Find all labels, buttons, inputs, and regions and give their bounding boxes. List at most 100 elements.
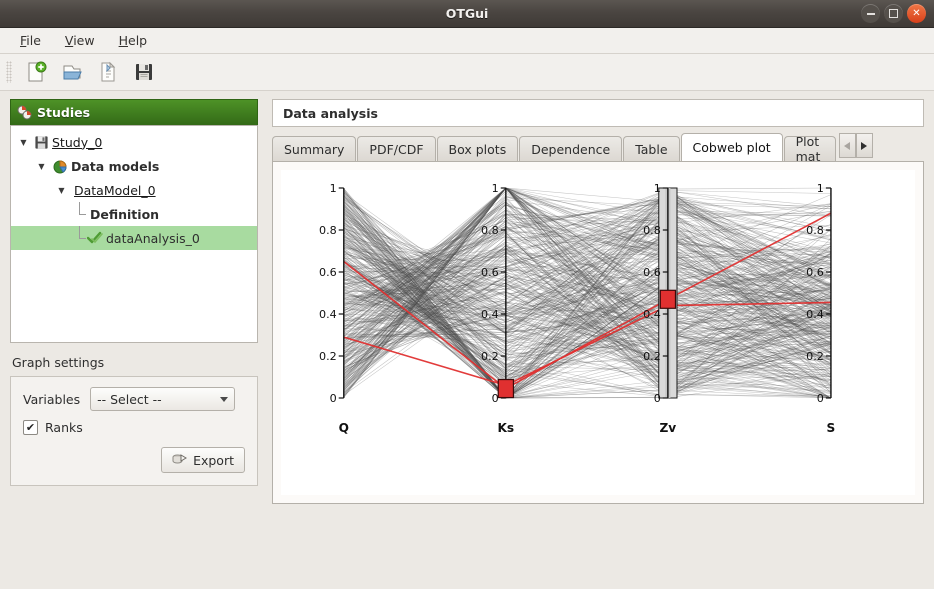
tab-box-plots[interactable]: Box plots	[436, 136, 519, 161]
tree-label-data-models: Data models	[71, 158, 160, 174]
tree-branch-line	[73, 202, 87, 226]
right-panel: Data analysis Summary PDF/CDF Box plots …	[268, 91, 934, 554]
expand-arrow-icon[interactable]: ▼	[55, 186, 68, 195]
new-study-button[interactable]	[21, 58, 51, 86]
variables-label: Variables	[23, 391, 81, 407]
tab-dependence[interactable]: Dependence	[519, 136, 623, 161]
export-button[interactable]: Export	[161, 447, 245, 473]
tab-pdf-cdf[interactable]: PDF/CDF	[357, 136, 436, 161]
axis-tick-label: 0	[330, 392, 337, 405]
save-study-button[interactable]	[129, 58, 159, 86]
tree-label-definition: Definition	[90, 206, 160, 222]
axis-tick-label: 0.2	[481, 350, 499, 363]
axis-slider-handle-zv[interactable]	[659, 289, 677, 309]
tree-item-data-models[interactable]: ▼ Data models	[11, 154, 257, 178]
window-controls: ✕	[861, 4, 926, 23]
cobweb-plot[interactable]: 0 0.2 0.4 0.6 0.8 1 Q 0 0.2 0.4 0.6 0.8 1 Ks 0 0.2 0.4 0.…	[281, 170, 915, 495]
tab-summary[interactable]: Summary	[272, 136, 357, 161]
variables-select-value: -- Select --	[97, 391, 162, 407]
tab-cobweb-plot[interactable]: Cobweb plot	[680, 133, 783, 161]
menu-bar: File View Help	[0, 28, 934, 54]
tab-label: Dependence	[531, 141, 611, 157]
maximize-button[interactable]	[884, 4, 903, 23]
axis-tick-label: 0	[817, 392, 824, 405]
import-script-icon	[101, 61, 116, 82]
tree-item-datamodel[interactable]: ▼ DataModel_0	[11, 178, 257, 202]
axis-tick-label: 0.2	[643, 350, 661, 363]
minimize-button[interactable]	[861, 4, 880, 23]
floppy-icon	[35, 135, 48, 149]
axis-tick-label: 0.8	[481, 224, 499, 237]
tree-item-study[interactable]: ▼ Study_0	[11, 130, 257, 154]
axis-variable-label: S	[827, 421, 836, 435]
tree-branch-line	[73, 226, 87, 250]
toolbar-grip[interactable]	[6, 61, 12, 83]
tree-item-definition[interactable]: Definition	[11, 202, 257, 226]
menu-view[interactable]: View	[55, 30, 105, 51]
axis-variable-label: Zv	[660, 421, 677, 435]
chevron-down-icon	[220, 396, 229, 402]
import-script-button[interactable]	[93, 58, 123, 86]
expand-arrow-icon[interactable]: ▼	[35, 162, 48, 171]
expand-arrow-icon[interactable]: ▼	[17, 138, 30, 147]
tab-label: Table	[635, 141, 668, 157]
tab-label: Cobweb plot	[692, 140, 771, 155]
variables-select[interactable]: -- Select --	[90, 387, 236, 411]
studies-header-label: Studies	[37, 105, 91, 120]
tab-scroll-controls	[838, 133, 873, 158]
studies-tree[interactable]: ▼ Study_0 ▼ Data models ▼ DataModel_0 De…	[10, 125, 258, 343]
ranks-row[interactable]: ✔ Ranks	[23, 420, 245, 435]
axis-tick-label: 0.4	[643, 308, 661, 321]
axis-tick-label: 0.4	[481, 308, 499, 321]
axis-variable-label: Ks	[498, 421, 515, 435]
export-row: Export	[23, 447, 245, 473]
axis-tick-label: 0.6	[806, 266, 824, 279]
axis-tick-label: 0.8	[643, 224, 661, 237]
axis-tick-label: 0.8	[319, 224, 337, 237]
ranks-checkbox[interactable]: ✔	[23, 420, 38, 435]
menu-file[interactable]: File	[10, 30, 51, 51]
tree-item-dataanalysis[interactable]: dataAnalysis_0	[11, 226, 257, 250]
cobweb-plot-panel: 0 0.2 0.4 0.6 0.8 1 Q 0 0.2 0.4 0.6 0.8 1 Ks 0 0.2 0.4 0.…	[272, 161, 924, 504]
tab-label: PDF/CDF	[369, 141, 424, 157]
tab-scroll-left-button[interactable]	[838, 133, 856, 158]
window-title: OTGui	[445, 6, 489, 21]
checkmark-icon: ✔	[25, 421, 36, 434]
axis-tick-label: 0	[654, 392, 661, 405]
cobweb-axis-q[interactable]: 0 0.2 0.4 0.6 0.8 1 Q	[319, 182, 349, 435]
axis-tick-label: 0.6	[481, 266, 499, 279]
graph-settings-title: Graph settings	[12, 355, 105, 370]
tree-label-dataanalysis: dataAnalysis_0	[106, 230, 200, 246]
left-panel: Studies ▼ Study_0 ▼ Data models ▼ DataMo…	[0, 91, 268, 554]
tab-scroll-right-button[interactable]	[855, 133, 873, 158]
tab-plot-matrix[interactable]: Plot mat	[783, 136, 836, 161]
close-button[interactable]: ✕	[907, 4, 926, 23]
axis-tick-label: 0.4	[319, 308, 337, 321]
axis-tick-label: 1	[654, 182, 661, 195]
axis-tick-label: 1	[330, 182, 337, 195]
tab-table[interactable]: Table	[623, 136, 680, 161]
status-bar	[0, 554, 934, 589]
menu-help[interactable]: Help	[109, 30, 158, 51]
axis-tick-label: 0.6	[319, 266, 337, 279]
axis-variable-label: Q	[339, 421, 349, 435]
axis-tick-label: 1	[492, 182, 499, 195]
export-button-label: Export	[193, 452, 234, 468]
tab-label: Plot mat	[795, 136, 821, 161]
variables-row: Variables -- Select --	[23, 387, 245, 411]
main-toolbar	[0, 54, 934, 91]
tab-label: Summary	[284, 141, 345, 157]
axis-slider-handle-ks[interactable]	[497, 378, 515, 399]
ranks-label: Ranks	[45, 420, 83, 435]
check-icon	[87, 231, 103, 244]
open-study-icon	[63, 65, 82, 80]
graph-settings-panel: Variables -- Select -- ✔ Ranks Export	[10, 376, 258, 486]
pie-icon	[53, 160, 67, 174]
studies-panel-header: Studies	[10, 99, 258, 125]
axis-tick-label: 1	[817, 182, 824, 195]
tab-label: Box plots	[448, 141, 507, 157]
axis-tick-label: 0.2	[806, 350, 824, 363]
export-icon	[172, 454, 188, 464]
open-study-button[interactable]	[57, 58, 87, 86]
tree-label-datamodel: DataModel_0	[74, 182, 156, 198]
